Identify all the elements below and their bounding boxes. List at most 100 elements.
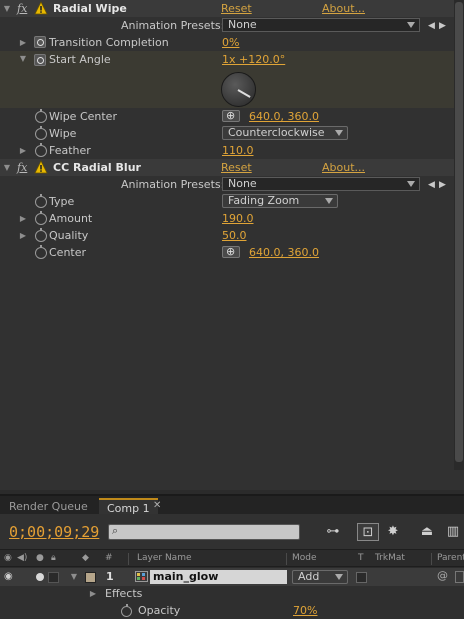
lock-toggle[interactable] [48, 572, 59, 583]
prev-preset-icon[interactable]: ◀ [428, 180, 435, 190]
prop-label: Start Angle [49, 53, 111, 66]
animation-presets-row: Animation Presets: None ◀ ▶ [0, 176, 454, 193]
prev-preset-icon[interactable]: ◀ [428, 21, 435, 31]
scrollbar[interactable] [454, 0, 464, 470]
pickwhip-icon[interactable]: @ [437, 569, 448, 582]
stopwatch-icon[interactable] [35, 245, 47, 259]
crosshair-icon[interactable] [222, 109, 240, 122]
prop-label: Wipe [49, 127, 77, 140]
column-mode[interactable]: Mode [292, 553, 317, 563]
frame-blending-icon[interactable]: ▥ [442, 523, 464, 541]
expand-triangle-icon[interactable]: ▶ [18, 231, 28, 240]
stopwatch-icon[interactable] [35, 211, 47, 225]
prop-label: Transition Completion [49, 36, 169, 49]
stopwatch-icon[interactable] [34, 36, 46, 48]
lock-icon[interactable]: 🔒︎ [51, 553, 56, 563]
eye-icon[interactable]: ◉ [4, 571, 13, 582]
prop-label: Center [49, 246, 87, 259]
stopwatch-icon[interactable] [35, 143, 47, 157]
expand-triangle-icon[interactable]: ▶ [18, 38, 28, 47]
stopwatch-icon[interactable] [35, 194, 47, 208]
type-dropdown[interactable]: Fading Zoom [222, 194, 338, 208]
expand-triangle-icon[interactable]: ▶ [88, 589, 98, 598]
reset-link[interactable]: Reset [221, 161, 252, 174]
prop-wipe: Wipe Counterclockwise [0, 125, 454, 142]
close-icon[interactable]: ✕ [153, 500, 161, 511]
dial-needle [237, 89, 251, 98]
hide-shy-layers-icon[interactable]: ⏏ [416, 523, 438, 541]
animation-presets-dropdown[interactable]: None [222, 18, 420, 32]
effect-header-radial-wipe[interactable]: ▼ fx Radial Wipe Reset About... [0, 0, 454, 17]
current-time-display[interactable]: 0;00;09;29 [9, 523, 99, 541]
prop-value[interactable]: 0% [222, 36, 239, 49]
opacity-value[interactable]: 70% [293, 604, 317, 617]
scrollbar-thumb[interactable] [455, 2, 463, 462]
stopwatch-icon[interactable] [35, 228, 47, 242]
prop-value[interactable]: 1x +120.0° [222, 53, 285, 66]
collapse-triangle-icon[interactable]: ▼ [2, 4, 12, 13]
effects-group-row[interactable]: ▶ Effects [0, 586, 464, 603]
search-input[interactable]: ⌕ [108, 524, 300, 540]
opacity-label: Opacity [138, 604, 181, 617]
prop-feather: ▶ Feather 110.0 [0, 142, 454, 159]
effects-group-label: Effects [105, 587, 143, 600]
column-parent[interactable]: Parent [437, 553, 464, 563]
collapse-triangle-icon[interactable]: ▼ [18, 54, 28, 63]
next-preset-icon[interactable]: ▶ [439, 21, 446, 31]
about-link[interactable]: About... [322, 161, 365, 174]
comp-mini-flowchart-icon[interactable]: ⊶ [322, 523, 344, 541]
label-tag-icon[interactable]: ◆ [82, 553, 89, 563]
angle-dial[interactable] [221, 72, 256, 107]
blend-mode-dropdown[interactable]: Add [292, 570, 348, 584]
column-divider [128, 553, 129, 565]
layer-row[interactable]: ◉ ▼ 1 main_glow Add @ [0, 568, 464, 586]
audio-icon[interactable]: ◀) [17, 553, 27, 563]
column-t[interactable]: T [358, 553, 364, 563]
prop-label: Wipe Center [49, 110, 117, 123]
solo-dot-icon[interactable] [36, 573, 44, 581]
prop-value[interactable]: 190.0 [222, 212, 254, 225]
label-color-swatch[interactable] [85, 572, 96, 583]
stopwatch-icon[interactable] [35, 109, 47, 123]
animation-presets-label: Animation Presets: [121, 19, 225, 32]
draft-3d-icon[interactable]: ✸ [382, 523, 404, 541]
crosshair-icon[interactable] [222, 245, 240, 258]
effect-name: Radial Wipe [53, 2, 127, 15]
preset-value: None [228, 18, 257, 31]
about-link[interactable]: About... [322, 2, 365, 15]
preserve-transparency-checkbox[interactable] [356, 572, 367, 583]
eye-icon[interactable]: ◉ [4, 553, 12, 563]
chevron-down-icon [407, 181, 415, 187]
expand-triangle-icon[interactable]: ▶ [18, 146, 28, 155]
prop-amount: ▶ Amount 190.0 [0, 210, 454, 227]
column-layer-name[interactable]: Layer Name [137, 553, 192, 563]
reset-link[interactable]: Reset [221, 2, 252, 15]
solo-icon[interactable]: ● [36, 553, 44, 563]
comp-layer-icon [135, 571, 148, 582]
prop-center: Center 640.0, 360.0 [0, 244, 454, 261]
next-preset-icon[interactable]: ▶ [439, 180, 446, 190]
opacity-row[interactable]: Opacity 70% [0, 603, 464, 619]
wipe-dropdown[interactable]: Counterclockwise [222, 126, 348, 140]
chevron-down-icon [325, 198, 333, 204]
stopwatch-icon[interactable] [121, 604, 132, 617]
parent-dropdown[interactable] [455, 571, 464, 583]
prop-value[interactable]: 110.0 [222, 144, 254, 157]
live-update-icon[interactable]: ⊡ [357, 523, 379, 541]
collapse-triangle-icon[interactable]: ▼ [69, 572, 79, 581]
fx-toggle-icon[interactable]: fx [17, 161, 27, 174]
prop-type: Type Fading Zoom [0, 193, 454, 210]
layer-name-field[interactable]: main_glow [150, 570, 287, 584]
prop-value[interactable]: 640.0, 360.0 [249, 110, 319, 123]
column-trkmat[interactable]: TrkMat [375, 553, 405, 563]
collapse-triangle-icon[interactable]: ▼ [2, 163, 12, 172]
prop-value[interactable]: 50.0 [222, 229, 247, 242]
stopwatch-icon[interactable] [35, 126, 47, 140]
column-divider [286, 553, 287, 565]
animation-presets-dropdown[interactable]: None [222, 177, 420, 191]
fx-toggle-icon[interactable]: fx [17, 2, 27, 15]
effect-header-cc-radial-blur[interactable]: ▼ fx CC Radial Blur Reset About... [0, 159, 454, 176]
stopwatch-icon[interactable] [34, 54, 46, 66]
expand-triangle-icon[interactable]: ▶ [18, 214, 28, 223]
prop-value[interactable]: 640.0, 360.0 [249, 246, 319, 259]
